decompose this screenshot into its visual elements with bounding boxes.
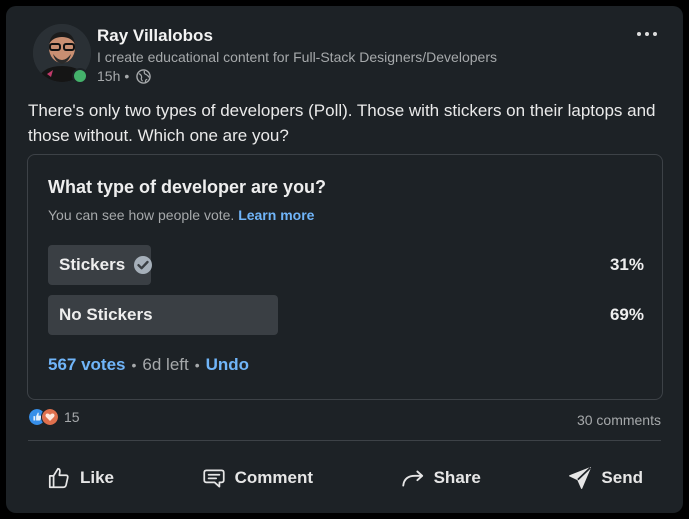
more-options-icon[interactable] <box>631 22 663 46</box>
send-icon <box>569 467 592 489</box>
like-icon <box>48 467 69 489</box>
poll-question: What type of developer are you? <box>48 177 327 197</box>
share-button[interactable]: Share <box>382 455 499 501</box>
like-label: Like <box>80 468 115 487</box>
love-reaction-icon <box>41 408 59 426</box>
comments-count[interactable]: 30 comments <box>577 412 661 428</box>
poll-footer-separator: • <box>194 357 200 373</box>
learn-more-link[interactable]: Learn more <box>238 207 314 223</box>
post-time: 15h <box>97 68 121 84</box>
poll-option-no-stickers[interactable]: No Stickers 69% <box>48 295 644 335</box>
poll-option-label: No Stickers <box>59 305 153 324</box>
comment-button[interactable]: Comment <box>183 455 331 501</box>
post-card: Ray Villalobos I create educational cont… <box>6 6 683 513</box>
action-bar: Like Comment Share Send <box>28 452 661 504</box>
poll-option-stickers[interactable]: Stickers 31% <box>48 245 644 285</box>
comment-icon <box>202 469 225 488</box>
share-icon <box>401 470 423 487</box>
globe-icon <box>136 68 152 84</box>
comment-label: Comment <box>234 468 314 487</box>
author-name[interactable]: Ray Villalobos <box>97 26 213 46</box>
poll-option-percent: 31% <box>609 255 644 274</box>
reactions-summary[interactable]: 15 <box>28 408 80 426</box>
vote-count-link[interactable]: 567 votes <box>48 355 126 375</box>
meta-separator: • <box>124 68 130 84</box>
divider <box>28 440 661 441</box>
post-text: There's only two types of developers (Po… <box>28 101 656 145</box>
poll-option-percent: 69% <box>609 305 644 324</box>
author-headline: I create educational content for Full-St… <box>97 49 497 65</box>
reaction-count: 15 <box>64 409 80 425</box>
poll-option-label-wrap: Stickers <box>59 245 153 285</box>
poll-time-left: 6d left <box>142 355 189 374</box>
poll-subtitle-text: You can see how people vote. <box>48 207 235 223</box>
send-label: Send <box>601 468 643 487</box>
like-button[interactable]: Like <box>28 455 132 501</box>
poll: What type of developer are you? You can … <box>27 154 663 400</box>
online-status-indicator <box>72 68 88 84</box>
poll-option-label-wrap: No Stickers <box>59 295 153 335</box>
undo-vote-button[interactable]: Undo <box>206 355 249 375</box>
poll-subtitle: You can see how people vote. Learn more <box>48 207 314 223</box>
check-icon <box>134 256 153 274</box>
send-button[interactable]: Send <box>549 455 661 501</box>
share-label: Share <box>433 468 481 487</box>
poll-footer-separator: • <box>131 357 137 373</box>
poll-footer: 567 votes • 6d left • Undo <box>48 355 249 375</box>
poll-option-label: Stickers <box>59 255 126 274</box>
post-meta: 15h • <box>97 68 152 84</box>
